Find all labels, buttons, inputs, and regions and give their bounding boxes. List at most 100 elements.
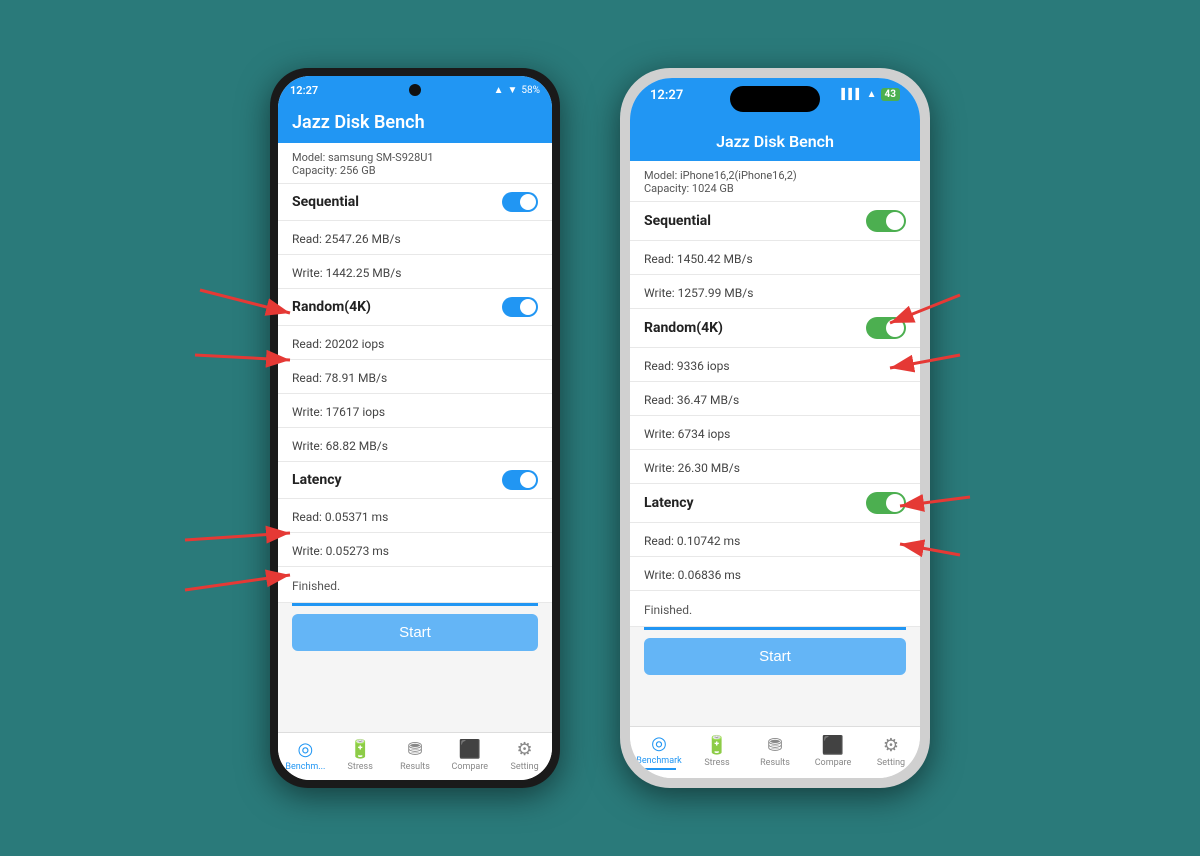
iphone-model: Model: iPhone16,2(iPhone16,2) (644, 169, 906, 182)
setting-icon: ⚙ (517, 739, 533, 760)
iphone-progress-fill (644, 627, 906, 630)
android-nav-stress-label: Stress (348, 762, 373, 772)
iphone-app-title: Jazz Disk Bench (716, 132, 834, 151)
android-finished: Finished. (292, 579, 340, 593)
android-lat-write: Write: 0.05273 ms (292, 544, 389, 558)
android-lat-read-row: Read: 0.05371 ms (278, 499, 552, 533)
android-lat-read: Read: 0.05371 ms (292, 510, 388, 524)
android-nav-results[interactable]: ⛃ Results (388, 739, 443, 772)
iphone-seq-read-row: Read: 1450.42 MB/s (630, 241, 920, 275)
iphone-seq-write-row: Write: 1257.99 MB/s (630, 275, 920, 309)
android-content: Model: samsung SM-S928U1 Capacity: 256 G… (278, 143, 552, 732)
android-nav-results-label: Results (400, 762, 430, 772)
iphone-capacity: Capacity: 1024 GB (644, 182, 906, 195)
iphone-progress-bar (644, 627, 906, 630)
iphone-nav-setting-label: Setting (877, 758, 905, 768)
android-progress-bar (292, 603, 538, 606)
iphone-device-info: Model: iPhone16,2(iPhone16,2) Capacity: … (630, 161, 920, 202)
android-rand-read-mb: Read: 78.91 MB/s (292, 371, 387, 385)
iphone-nav-benchmark[interactable]: ◎ Benchmark (630, 733, 688, 770)
iphone-random4k-toggle[interactable] (866, 317, 906, 339)
android-latency-label: Latency (292, 472, 342, 488)
iphone-nav-underline (642, 768, 677, 770)
iphone-nav-compare-label: Compare (815, 758, 852, 768)
iphone-finished: Finished. (644, 603, 692, 617)
iphone-nav-results[interactable]: ⛃ Results (746, 735, 804, 768)
iphone-rand-write-mb: Write: 26.30 MB/s (644, 461, 740, 475)
android-seq-write: Write: 1442.25 MB/s (292, 266, 401, 280)
iphone-rand-read-iops-row: Read: 9336 iops (630, 348, 920, 382)
iphone-bottom-nav: ◎ Benchmark 🔋 Stress ⛃ Results ⬛ Compare… (630, 726, 920, 778)
iphone-nav-stress-label: Stress (704, 758, 729, 768)
android-rand-write-mb: Write: 68.82 MB/s (292, 439, 388, 453)
android-nav-setting-label: Setting (510, 762, 538, 772)
iphone-compare-icon: ⬛ (822, 735, 844, 756)
iphone-nav-stress[interactable]: 🔋 Stress (688, 735, 746, 768)
android-finished-row: Finished. (278, 567, 552, 603)
iphone-wifi-icon: ▲ (867, 89, 877, 100)
compare-icon: ⬛ (459, 739, 481, 760)
android-random4k-label: Random(4K) (292, 299, 371, 315)
android-random4k-header: Random(4K) (278, 289, 552, 326)
benchmark-icon: ◎ (298, 739, 314, 760)
android-rand-write-mb-row: Write: 68.82 MB/s (278, 428, 552, 462)
iphone-rand-read-mb-row: Read: 36.47 MB/s (630, 382, 920, 416)
android-capacity: Capacity: 256 GB (292, 164, 538, 177)
android-battery-icon: 58% (521, 85, 540, 96)
android-app-header: Jazz Disk Bench (278, 104, 552, 143)
iphone-app-header: Jazz Disk Bench (630, 128, 920, 161)
android-app-title: Jazz Disk Bench (292, 112, 425, 133)
android-progress-fill (292, 603, 538, 606)
iphone-latency-header: Latency (630, 484, 920, 523)
iphone-lat-write-row: Write: 0.06836 ms (630, 557, 920, 591)
iphone-rand-write-iops-row: Write: 6734 iops (630, 416, 920, 450)
android-status-bar: 12:27 ▲ ▼ 58% (278, 76, 552, 104)
iphone-finished-row: Finished. (630, 591, 920, 627)
iphone-rand-write-iops: Write: 6734 iops (644, 427, 730, 441)
android-device-info: Model: samsung SM-S928U1 Capacity: 256 G… (278, 143, 552, 184)
android-nav-compare[interactable]: ⬛ Compare (442, 739, 497, 772)
iphone-nav-results-label: Results (760, 758, 790, 768)
android-time: 12:27 (290, 84, 318, 97)
iphone-latency-toggle[interactable] (866, 492, 906, 514)
android-nav-stress[interactable]: 🔋 Stress (333, 739, 388, 772)
android-rand-read-mb-row: Read: 78.91 MB/s (278, 360, 552, 394)
iphone-random4k-header: Random(4K) (630, 309, 920, 348)
android-sequential-toggle[interactable] (502, 192, 538, 212)
iphone-lat-read-row: Read: 0.10742 ms (630, 523, 920, 557)
android-rand-read-iops: Read: 20202 iops (292, 337, 384, 351)
iphone-nav-setting[interactable]: ⚙ Setting (862, 735, 920, 768)
android-signal-icon: ▲ (494, 85, 504, 96)
iphone-seq-read: Read: 1450.42 MB/s (644, 252, 753, 266)
android-status-icons: ▲ ▼ 58% (494, 85, 540, 96)
android-sequential-header: Sequential (278, 184, 552, 221)
android-camera-cutout (409, 84, 421, 96)
android-rand-read-iops-row: Read: 20202 iops (278, 326, 552, 360)
iphone: 12:27 ▌▌▌ ▲ 43 Jazz Disk Bench Model: iP… (620, 68, 930, 788)
iphone-lat-read: Read: 0.10742 ms (644, 534, 740, 548)
dynamic-island (730, 86, 820, 112)
android-sequential-label: Sequential (292, 194, 359, 210)
iphone-sequential-header: Sequential (630, 202, 920, 241)
iphone-benchmark-icon: ◎ (651, 733, 667, 754)
android-model: Model: samsung SM-S928U1 (292, 151, 538, 164)
android-start-button[interactable]: Start (292, 614, 538, 651)
android-random4k-toggle[interactable] (502, 297, 538, 317)
iphone-rand-read-iops: Read: 9336 iops (644, 359, 730, 373)
android-rand-write-iops-row: Write: 17617 iops (278, 394, 552, 428)
android-lat-write-row: Write: 0.05273 ms (278, 533, 552, 567)
stress-icon: 🔋 (349, 739, 371, 760)
iphone-status-icons: ▌▌▌ ▲ 43 (841, 88, 900, 101)
iphone-start-button[interactable]: Start (644, 638, 906, 675)
android-nav-benchmark[interactable]: ◎ Benchm... (278, 739, 333, 772)
iphone-sequential-toggle[interactable] (866, 210, 906, 232)
android-nav-compare-label: Compare (452, 762, 489, 772)
android-latency-toggle[interactable] (502, 470, 538, 490)
android-nav-setting[interactable]: ⚙ Setting (497, 739, 552, 772)
iphone-status-bar: 12:27 ▌▌▌ ▲ 43 (630, 78, 920, 128)
android-rand-write-iops: Write: 17617 iops (292, 405, 385, 419)
iphone-nav-compare[interactable]: ⬛ Compare (804, 735, 862, 768)
iphone-sequential-label: Sequential (644, 213, 711, 229)
iphone-setting-icon: ⚙ (883, 735, 899, 756)
android-latency-header: Latency (278, 462, 552, 499)
